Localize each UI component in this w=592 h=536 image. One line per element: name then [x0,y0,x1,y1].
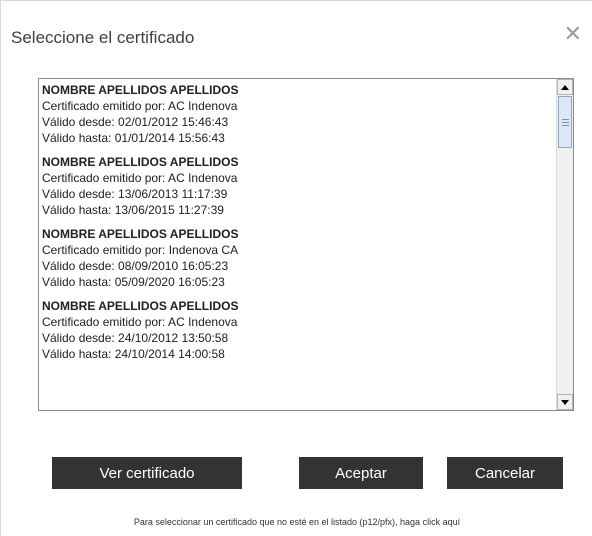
close-icon[interactable]: ✕ [564,23,582,45]
certificate-item[interactable]: NOMBRE APELLIDOS APELLIDOS Certificado e… [40,298,555,362]
certificate-list[interactable]: NOMBRE APELLIDOS APELLIDOS Certificado e… [38,78,574,411]
certificate-name: NOMBRE APELLIDOS APELLIDOS [42,155,239,169]
thumb-grip [561,118,569,120]
certificate-name: NOMBRE APELLIDOS APELLIDOS [42,299,239,313]
certificate-item[interactable]: NOMBRE APELLIDOS APELLIDOS Certificado e… [40,226,555,290]
certificate-issuer: Certificado emitido por: AC Indenova [42,315,238,329]
scroll-up-arrow-icon [561,84,569,90]
scroll-up-button[interactable] [557,79,573,95]
thumb-grip [561,121,569,123]
scrollbar-thumb[interactable] [558,96,572,148]
scroll-down-arrow-icon [561,399,569,405]
dialog-title: Seleccione el certificado [11,28,195,47]
certificate-list-content: NOMBRE APELLIDOS APELLIDOS Certificado e… [40,82,555,409]
certificate-issuer: Certificado emitido por: AC Indenova [42,99,238,113]
cancel-button[interactable]: Cancelar [447,457,563,489]
certificate-valid-from: Válido desde: 24/10/2012 13:50:58 [42,331,229,345]
certificate-issuer: Certificado emitido por: AC Indenova [42,171,238,185]
thumb-grip [561,124,569,126]
select-other-certificate-link[interactable]: Para seleccionar un certificado que no e… [1,517,592,527]
scroll-down-button[interactable] [557,394,573,410]
accept-button[interactable]: Aceptar [299,457,423,489]
certificate-valid-to: Válido hasta: 05/09/2020 16:05:23 [42,275,225,289]
certificate-issuer: Certificado emitido por: Indenova CA [42,243,239,257]
certificate-name: NOMBRE APELLIDOS APELLIDOS [42,83,239,97]
certificate-valid-to: Válido hasta: 13/06/2015 11:27:39 [42,203,224,217]
certificate-dialog: Seleccione el certificado ✕ NOMBRE APELL… [0,0,592,536]
certificate-item[interactable]: NOMBRE APELLIDOS APELLIDOS Certificado e… [40,154,555,218]
certificate-valid-from: Válido desde: 08/09/2010 16:05:23 [42,259,229,273]
certificate-item[interactable]: NOMBRE APELLIDOS APELLIDOS Certificado e… [40,82,555,146]
certificate-valid-from: Válido desde: 13/06/2013 11:17:39 [42,187,228,201]
view-certificate-button[interactable]: Ver certificado [52,457,242,489]
certificate-valid-to: Válido hasta: 01/01/2014 15:56:43 [42,131,225,145]
certificate-name: NOMBRE APELLIDOS APELLIDOS [42,227,239,241]
certificate-valid-from: Válido desde: 02/01/2012 15:46:43 [42,115,229,129]
vertical-scrollbar[interactable] [556,79,573,410]
certificate-valid-to: Válido hasta: 24/10/2014 14:00:58 [42,347,225,361]
